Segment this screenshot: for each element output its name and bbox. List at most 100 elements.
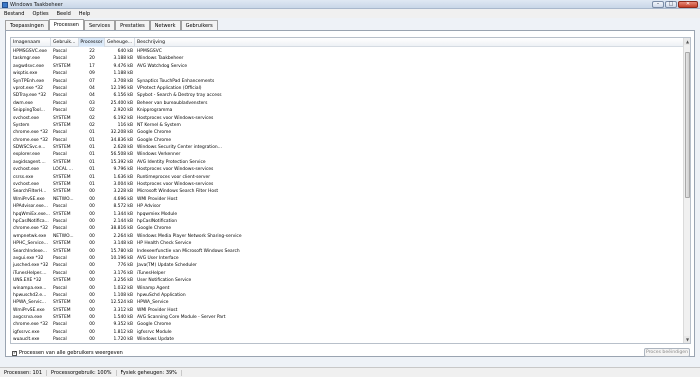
- table-row[interactable]: vprot.exe *32 Pascal 04 12.196 kB VProtect A…: [11, 85, 684, 92]
- table-row[interactable]: HPMSGSVC.exe Pascal 22 640 kB HPMSGSVC: [11, 48, 684, 55]
- process-cpu: 00: [89, 204, 95, 210]
- process-description: Synaptics TouchPad Enhancements: [137, 78, 215, 84]
- scroll-down-icon[interactable]: ▼: [684, 336, 690, 343]
- table-row[interactable]: chrome.exe *32 Pascal 01 32.208 kB Google Ch…: [11, 129, 684, 136]
- table-row[interactable]: UNS.EXE *32 SYSTEM 00 3.256 kB User Notifica…: [11, 277, 684, 284]
- table-row[interactable]: winampa.exe... Pascal 00 1.032 kB Winamp Age…: [11, 285, 684, 292]
- show-all-users-option[interactable]: ✓ Processen van alle gebruikers weergeve…: [12, 350, 123, 356]
- table-row[interactable]: WmiPrvSE.exe SYSTEM 00 3.312 kB WMI Provider…: [11, 307, 684, 314]
- table-row[interactable]: hpCaslNotifica... Pascal 00 2.144 kB hpCaslN…: [11, 218, 684, 225]
- tab-prestaties[interactable]: Prestaties: [115, 20, 150, 30]
- scroll-up-icon[interactable]: ▲: [684, 38, 690, 45]
- table-row[interactable]: avgidsagent.... SYSTEM 01 15.392 kB AVG Iden…: [11, 159, 684, 166]
- process-name: SnippingTool...: [13, 108, 45, 114]
- process-user: SYSTEM: [53, 122, 71, 128]
- tab-processen[interactable]: Processen: [48, 19, 84, 30]
- scroll-thumb[interactable]: [685, 52, 690, 198]
- process-memory: 2.264 kB: [113, 233, 133, 239]
- table-row[interactable]: avgwdsvc.exe SYSTEM 17 9.476 kB AVG Watchdog…: [11, 63, 684, 70]
- table-row[interactable]: SnippingTool... Pascal 02 2.920 kB Knipprogr…: [11, 107, 684, 114]
- process-cpu: 01: [89, 152, 95, 158]
- table-row[interactable]: igfxsrvc.exe Pascal 00 1.812 kB igfxsrvc Mod…: [11, 329, 684, 336]
- table-row[interactable]: svchost.exe SYSTEM 01 3.004 kB Hostproces vo…: [11, 181, 684, 188]
- tab-toepassingen[interactable]: Toepassingen: [5, 20, 49, 30]
- process-user: Pascal: [53, 100, 67, 106]
- end-process-button[interactable]: Proces beëindigen: [644, 348, 690, 357]
- process-memory: 1.032 kB: [113, 285, 133, 291]
- process-cpu: 00: [89, 189, 95, 195]
- show-all-checkbox[interactable]: ✓: [12, 350, 17, 356]
- process-user: Pascal: [53, 270, 67, 276]
- table-row[interactable]: jusched.exe *32 Pascal 00 776 kB Java(TM) Up…: [11, 262, 684, 269]
- close-button[interactable]: ✕: [678, 1, 698, 8]
- vertical-scrollbar[interactable]: ▲ ▼: [683, 38, 690, 343]
- table-row[interactable]: hpwuschd2.e... Pascal 00 1.108 kB hpwuSchd A…: [11, 292, 684, 299]
- table-row[interactable]: chrome.exe *32 Pascal 00 38.816 kB Google Ch…: [11, 225, 684, 232]
- table-row[interactable]: SDWSCSvc.e... SYSTEM 01 2.628 kB Windows Sec…: [11, 144, 684, 151]
- title-bar: Windows Taakbeheer – □ ✕: [0, 0, 700, 9]
- tab-netwerk[interactable]: Netwerk: [149, 20, 181, 30]
- process-memory: 2.628 kB: [113, 145, 133, 151]
- process-cpu: 07: [89, 78, 95, 84]
- process-name: vprot.exe *32: [13, 85, 43, 91]
- maximize-button[interactable]: □: [665, 1, 677, 8]
- process-name: SDWSCSvc.e...: [13, 145, 46, 151]
- tab-gebruikers[interactable]: Gebruikers: [180, 20, 218, 30]
- process-description: Windows Taakbeheer: [137, 56, 184, 62]
- table-row[interactable]: SynTPEnh.exe Pascal 07 3.708 kB Synaptics To…: [11, 78, 684, 85]
- menu-beeld[interactable]: Beeld: [57, 11, 71, 17]
- table-row[interactable]: SDTray.exe *32 Pascal 04 6.156 kB Spybot - S…: [11, 92, 684, 99]
- process-description: Windows Media Player Network Sharing-ser…: [137, 233, 242, 239]
- table-row[interactable]: avgui.exe *32 Pascal 00 10.196 kB AVG User I…: [11, 255, 684, 262]
- table-row[interactable]: avgcsrva.exe SYSTEM 00 1.540 kB AVG Scanning…: [11, 314, 684, 321]
- table-row[interactable]: HPHC_Service... SYSTEM 00 3.148 kB HP Health…: [11, 240, 684, 247]
- process-name: dwm.exe: [13, 100, 33, 106]
- process-user: Pascal: [53, 137, 67, 143]
- table-row[interactable]: csrss.exe SYSTEM 01 1.636 kB Runtimeproces v…: [11, 174, 684, 181]
- process-cpu: 00: [89, 270, 95, 276]
- column-header-memory[interactable]: Geheuge...: [105, 38, 135, 47]
- table-row[interactable]: HPAdvisor.exe... Pascal 00 8.572 kB HP Advis…: [11, 203, 684, 210]
- table-row[interactable]: iTunesHelper.... Pascal 00 3.176 kB iTunesHe…: [11, 270, 684, 277]
- process-cpu: 00: [89, 196, 95, 202]
- table-row[interactable]: hpqWmiEx.exe... SYSTEM 00 1.344 kB hpqwmiex …: [11, 211, 684, 218]
- table-row[interactable]: taskmgr.exe Pascal 20 3.188 kB Windows Taakb…: [11, 55, 684, 62]
- table-row[interactable]: wuauclt.exe Pascal 00 1.720 kB Windows Updat…: [11, 336, 684, 343]
- process-name: HPAdvisor.exe...: [13, 204, 48, 210]
- process-memory: 3.256 kB: [113, 278, 133, 284]
- table-row[interactable]: System SYSTEM 02 116 kB NT Kernel & System: [11, 122, 684, 129]
- menu-opties[interactable]: Opties: [32, 11, 48, 17]
- process-description: Google Chrome: [137, 226, 172, 232]
- column-header-cpu[interactable]: Processor: [79, 38, 105, 47]
- table-row[interactable]: WmiPrvSE.exe NETWO... 00 4.696 kB WMI Provid…: [11, 196, 684, 203]
- process-memory: 9.476 kB: [113, 63, 133, 69]
- table-row[interactable]: svchost.exe LOCAL ... 01 9.796 kB Hostproces…: [11, 166, 684, 173]
- process-user: Pascal: [53, 322, 67, 328]
- table-row[interactable]: svchost.exe SYSTEM 02 6.192 kB Hostproces vo…: [11, 115, 684, 122]
- table-row[interactable]: SearchIndexe... SYSTEM 00 15.780 kB Indexeer…: [11, 248, 684, 255]
- table-row[interactable]: SearchFilterH... SYSTEM 00 3.228 kB Microsof…: [11, 188, 684, 195]
- table-row[interactable]: chrome.exe *32 Pascal 00 9.352 kB Google Chr…: [11, 321, 684, 328]
- tab-services[interactable]: Services: [83, 20, 116, 30]
- column-header-name[interactable]: Imagenaam: [11, 38, 51, 47]
- table-row[interactable]: dwm.exe Pascal 03 25.400 kB Beheer van burea…: [11, 100, 684, 107]
- table-row[interactable]: HPWA_Servic... SYSTEM 00 12.524 kB HPWA_Serv…: [11, 299, 684, 306]
- menu-bestand[interactable]: Bestand: [4, 11, 24, 17]
- process-name: chrome.exe *32: [13, 130, 48, 136]
- process-memory: 38.816 kB: [110, 226, 133, 232]
- column-header-user[interactable]: Gebruik...: [51, 38, 79, 47]
- process-user: NETWO...: [53, 233, 74, 239]
- process-memory: 3.708 kB: [113, 78, 133, 84]
- process-description: igfxsrvc Module: [137, 329, 172, 335]
- table-row[interactable]: chrome.exe *32 Pascal 01 34.836 kB Google Ch…: [11, 137, 684, 144]
- minimize-button[interactable]: –: [652, 1, 664, 8]
- process-name: jusched.exe *32: [13, 263, 49, 269]
- column-header-description[interactable]: Beschrijving: [135, 38, 684, 47]
- table-row[interactable]: wmpnetwk.exe NETWO... 00 2.264 kB Windows Me…: [11, 233, 684, 240]
- menu-help[interactable]: Help: [79, 11, 90, 17]
- process-description: Hostproces voor Windows-services: [137, 115, 214, 121]
- table-row[interactable]: explorer.exe Pascal 01 56.508 kB Windows Ver…: [11, 151, 684, 158]
- table-row[interactable]: wisptis.exe Pascal 09 1.188 kB: [11, 70, 684, 77]
- process-user: Pascal: [53, 108, 67, 114]
- process-cpu: 00: [89, 226, 95, 232]
